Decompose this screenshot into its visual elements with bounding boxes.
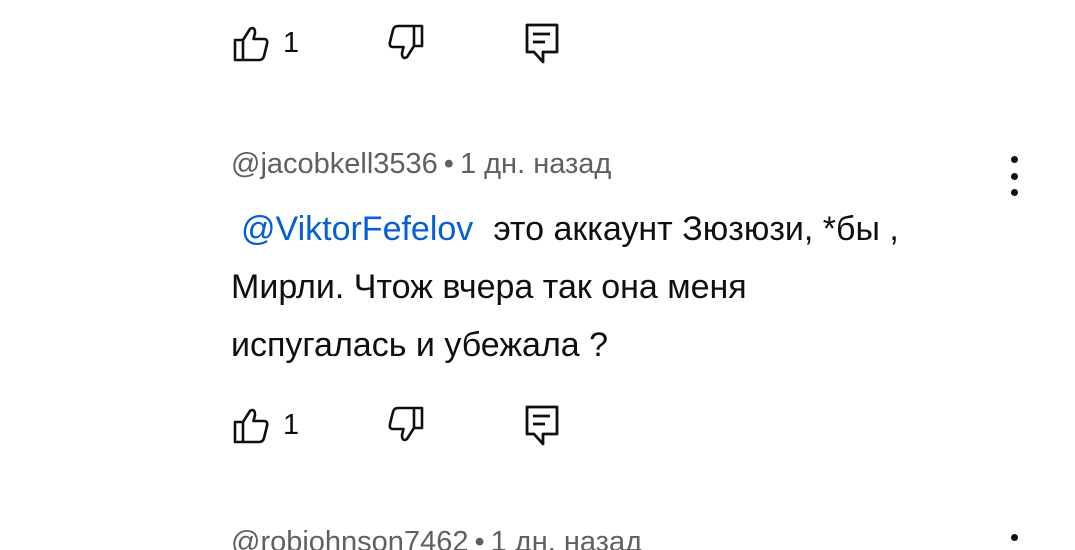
comment-author[interactable]: @jacobkell3536	[231, 148, 438, 180]
like-count: 1	[283, 26, 300, 59]
dislike-button[interactable]	[386, 21, 426, 65]
mention-link[interactable]: @ViktorFefelov	[241, 210, 473, 248]
more-vert-icon[interactable]	[1003, 534, 1025, 550]
like-button[interactable]: 1	[231, 403, 299, 447]
comments-view: 1 @jacobkell3536 • 1 дн. назад @ViktorFefe…	[0, 0, 1075, 550]
comment-line-3: испугалась и убежала ?	[231, 326, 609, 364]
comment-text: @ViktorFefelov это аккаунт Зюзюзи, *бы , …	[231, 200, 1021, 374]
like-button[interactable]: 1	[231, 21, 299, 65]
separator-dot: •	[443, 148, 454, 180]
comment-header: @jacobkell3536 • 1 дн. назад	[231, 150, 1031, 179]
comment-line-2: Мирли. Чтож вчера так она меня	[231, 268, 747, 306]
next-comment-header: @robjohnson7462 • 1 дн. назад	[231, 528, 1031, 550]
comment-actions: 1	[231, 403, 591, 447]
comment-text-line1: это аккаунт Зюзюзи, *бы ,	[493, 210, 899, 248]
comment-time: 1 дн. назад	[490, 526, 643, 550]
thumb-up-icon	[233, 408, 269, 444]
comment-time: 1 дн. назад	[459, 148, 612, 180]
separator-dot: •	[474, 526, 485, 550]
comment-author[interactable]: @robjohnson7462	[231, 526, 468, 550]
reply-button[interactable]	[524, 21, 560, 65]
reply-button[interactable]	[524, 403, 560, 447]
comment-line-1: @ViktorFefelov это аккаунт Зюзюзи, *бы ,	[231, 200, 1021, 258]
like-count: 1	[283, 408, 300, 441]
reply-icon	[525, 405, 559, 446]
dislike-button[interactable]	[386, 403, 426, 447]
thumb-down-icon	[388, 24, 424, 60]
previous-comment-actions: 1	[231, 21, 591, 65]
more-vert-icon[interactable]	[1003, 156, 1025, 196]
thumb-up-icon	[233, 26, 269, 62]
reply-icon	[525, 23, 559, 64]
thumb-down-icon	[388, 406, 424, 442]
